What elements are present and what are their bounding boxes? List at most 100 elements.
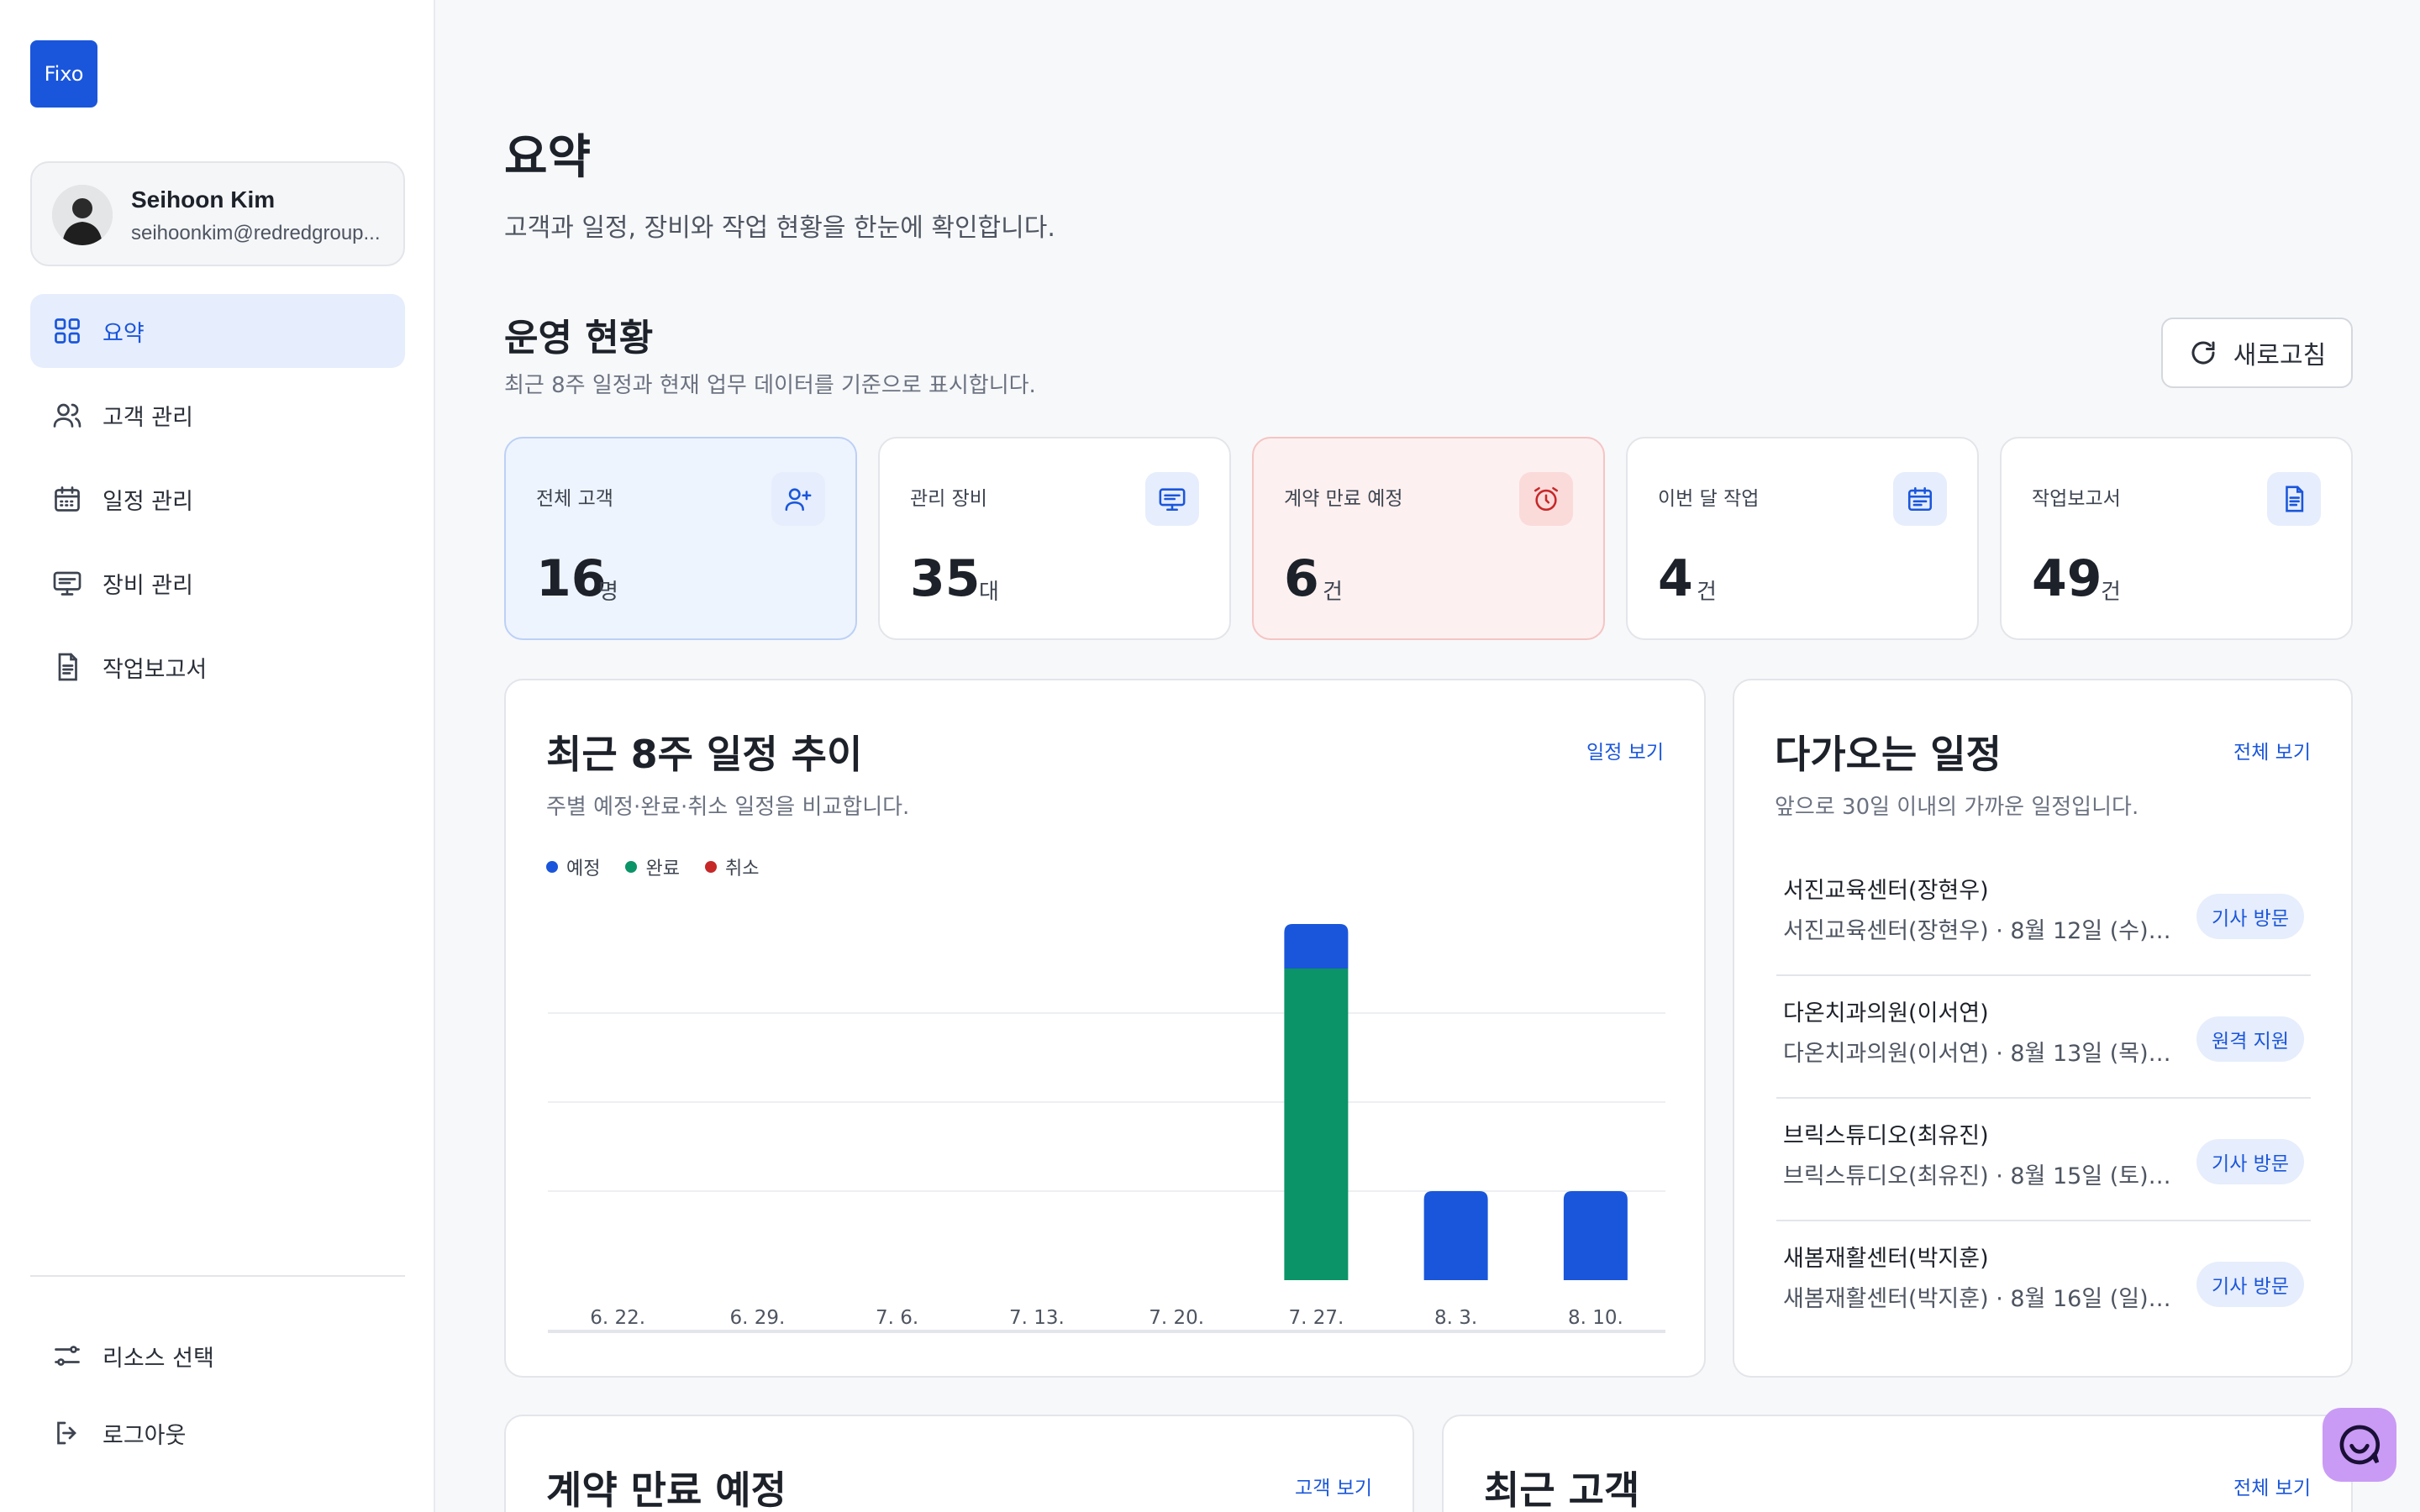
view-customers-link[interactable]: 고객 보기: [1295, 1472, 1372, 1500]
sidebar-item-customers[interactable]: 고객 관리: [30, 378, 405, 452]
stat-unit: 건: [1323, 580, 1343, 605]
stat-value: 16: [536, 549, 607, 608]
view-all-link[interactable]: 전체 보기: [2233, 1472, 2311, 1500]
refresh-icon: [2191, 341, 2215, 365]
sidebar-item-schedule[interactable]: 일정 관리: [30, 462, 405, 536]
chart-bar-segment[interactable]: [1563, 1191, 1628, 1280]
view-schedule-link[interactable]: 일정 보기: [1586, 736, 1664, 764]
document-icon: [58, 653, 77, 681]
sidebar-item-equipment[interactable]: 장비 관리: [30, 546, 405, 620]
chart-x-tick-label: 8. 10.: [1568, 1307, 1623, 1329]
stat-unit: 건: [2101, 580, 2121, 605]
status-badge: 원격 지원: [2196, 1016, 2304, 1062]
status-badge: 기사 방문: [2196, 1139, 2304, 1184]
stat-unit: 대: [979, 580, 999, 605]
schedule-detail: 브릭스튜디오(최유진) · 8월 15일 (토) 오...: [1783, 1163, 2178, 1189]
trend-chart-panel: 최근 8주 일정 추이 주별 예정·완료·취소 일정을 비교합니다. 일정 보기…: [504, 679, 1706, 1378]
stat-label: 이번 달 작업: [1658, 488, 1760, 510]
chart-x-tick-label: 7. 6.: [876, 1307, 918, 1329]
sidebar-item-label: 요약: [103, 320, 145, 347]
sidebar-item-label: 일정 관리: [103, 488, 193, 515]
user-email: seihoonkim@redredgroup...: [131, 222, 381, 244]
stat-unit: 건: [1697, 580, 1717, 605]
panel-subtitle: 주별 예정·완료·취소 일정을 비교합니다.: [546, 795, 910, 820]
stat-card-monthly-work[interactable]: 이번 달 작업 4 건: [1626, 437, 1979, 640]
section-title: 운영 현황: [504, 317, 654, 360]
refresh-label: 새로고침: [2233, 341, 2327, 370]
contract-expiry-panel: 계약 만료 예정 고객 보기: [504, 1415, 1414, 1512]
sidebar-item-label: 작업보고서: [103, 656, 208, 683]
upcoming-schedule-panel: 다가오는 일정 앞으로 30일 이내의 가까운 일정입니다. 전체 보기 서진교…: [1733, 679, 2353, 1378]
chart-x-tick-label: 6. 22.: [590, 1307, 645, 1329]
legend-item: 예정: [546, 853, 600, 880]
panel-title: 최근 고객: [1484, 1467, 1640, 1512]
calendar-icon: [55, 486, 80, 512]
monitor-icon: [1145, 472, 1199, 526]
app-logo[interactable]: Fixo: [30, 40, 97, 108]
chart-x-tick-label: 6. 29.: [729, 1307, 785, 1329]
monitor-icon: [53, 571, 82, 596]
chat-support-button[interactable]: [2323, 1408, 2396, 1482]
chart-bar-segment[interactable]: [1423, 1191, 1488, 1280]
divider: [30, 1275, 405, 1277]
stat-unit: 명: [598, 580, 618, 605]
stat-label: 관리 장비: [910, 488, 987, 510]
sidebar-item-summary[interactable]: 요약: [30, 294, 405, 368]
view-all-link[interactable]: 전체 보기: [2233, 736, 2311, 764]
panel-title: 계약 만료 예정: [546, 1467, 786, 1512]
legend-label: 예정: [566, 858, 601, 879]
schedule-item[interactable]: 브릭스튜디오(최유진) 브릭스튜디오(최유진) · 8월 15일 (토) 오..…: [1776, 1099, 2311, 1221]
stat-card-reports[interactable]: 작업보고서 49 건: [2000, 437, 2353, 640]
schedule-name: 새봄재활센터(박지훈): [1783, 1246, 1989, 1272]
schedule-item[interactable]: 다온치과의원(이서연) 다온치과의원(이서연) · 8월 13일 (목) 오..…: [1776, 976, 2311, 1099]
calendar-icon: [1893, 472, 1947, 526]
stat-label: 전체 고객: [536, 488, 613, 510]
sidebar-item-label: 리소스 선택: [103, 1345, 214, 1372]
sidebar: Fixo Seihoon Kim seihoonkim@redredgroup.…: [0, 0, 435, 1512]
chart-bar-segment[interactable]: [1284, 924, 1349, 969]
legend-item: 취소: [704, 853, 759, 880]
sidebar-item-logout[interactable]: 로그아웃: [30, 1396, 405, 1470]
sidebar-item-reports[interactable]: 작업보고서: [30, 630, 405, 704]
sidebar-item-label: 고객 관리: [103, 404, 193, 431]
stat-value: 4: [1658, 549, 1693, 608]
document-icon: [2267, 472, 2321, 526]
schedule-item[interactable]: 새봄재활센터(박지훈) 새봄재활센터(박지훈) · 8월 16일 (일) 오..…: [1776, 1221, 2311, 1344]
sidebar-item-resource-select[interactable]: 리소스 선택: [30, 1319, 405, 1393]
status-badge: 기사 방문: [2196, 1262, 2304, 1307]
schedule-item[interactable]: 서진교육센터(장현우) 서진교육센터(장현우) · 8월 12일 (수) 오..…: [1776, 853, 2311, 976]
chart-bar-segment[interactable]: [1284, 969, 1349, 1280]
stat-value: 49: [2032, 549, 2102, 608]
legend-label: 완료: [645, 858, 680, 879]
panel-title: 다가오는 일정: [1775, 732, 2002, 777]
user-name: Seihoon Kim: [131, 186, 276, 213]
refresh-button[interactable]: 새로고침: [2161, 318, 2353, 388]
panel-subtitle: 앞으로 30일 이내의 가까운 일정입니다.: [1775, 795, 2139, 820]
user-plus-icon: [771, 472, 825, 526]
schedule-name: 서진교육센터(장현우): [1783, 878, 1989, 904]
chart-x-tick-label: 7. 20.: [1149, 1307, 1204, 1329]
chat-icon: [2339, 1425, 2381, 1465]
panel-title: 최근 8주 일정 추이: [546, 732, 863, 777]
stat-card-equipment[interactable]: 관리 장비 35 대: [878, 437, 1231, 640]
status-badge: 기사 방문: [2196, 894, 2304, 939]
trend-bar-chart: 6. 22. 6. 29. 7. 6. 7. 13. 7. 20. 7. 27. 8. 3.…: [548, 924, 1665, 1333]
sidebar-item-label: 로그아웃: [103, 1422, 187, 1449]
stat-label: 계약 만료 예정: [1284, 488, 1403, 510]
stat-value: 6: [1284, 549, 1319, 608]
schedule-detail: 새봄재활센터(박지훈) · 8월 16일 (일) 오...: [1783, 1286, 2178, 1312]
recent-customers-panel: 최근 고객 전체 보기: [1442, 1415, 2353, 1512]
page-title: 요약: [504, 130, 592, 185]
user-profile-card[interactable]: Seihoon Kim seihoonkim@redredgroup...: [30, 161, 405, 266]
stat-label: 작업보고서: [2032, 488, 2121, 510]
stat-value: 35: [910, 549, 981, 608]
alarm-clock-icon: [1519, 472, 1573, 526]
chart-x-tick-label: 7. 13.: [1009, 1307, 1065, 1329]
stat-card-contract-expiry[interactable]: 계약 만료 예정 6 건: [1252, 437, 1605, 640]
sliders-icon: [55, 1346, 80, 1366]
grid-icon: [55, 318, 80, 344]
page-subtitle: 고객과 일정, 장비와 작업 현황을 한눈에 확인합니다.: [504, 213, 1055, 243]
schedule-detail: 다온치과의원(이서연) · 8월 13일 (목) 오...: [1783, 1041, 2178, 1067]
stat-card-customers[interactable]: 전체 고객 16 명: [504, 437, 857, 640]
schedule-detail: 서진교육센터(장현우) · 8월 12일 (수) 오...: [1783, 918, 2178, 944]
